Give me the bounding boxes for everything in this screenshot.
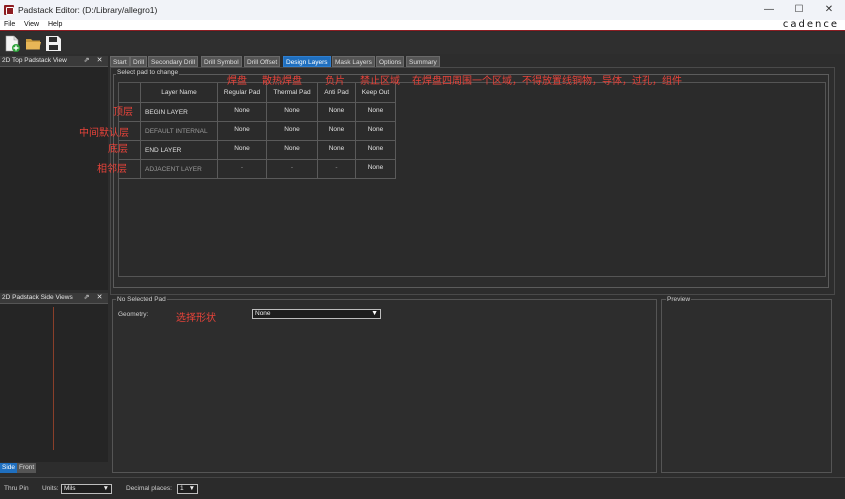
annotation-select-shape: 选择形状 (176, 313, 216, 324)
preview-label: Preview (666, 296, 692, 303)
annotation-internal-layer: 中间默认层 (79, 128, 129, 139)
side-view-canvas[interactable] (0, 304, 108, 462)
regular-pad-cell[interactable]: - (218, 160, 267, 179)
anti-pad-cell[interactable]: None (318, 103, 356, 122)
decimal-places-label: Decimal places: (126, 485, 172, 492)
tab-drill[interactable]: Drill (130, 56, 148, 67)
window-title: Padstack Editor: (D:/Library/allegro1) (18, 5, 158, 15)
drill-line (53, 307, 54, 450)
dropdown-arrow-icon: ▼ (188, 485, 195, 492)
regular-pad-cell[interactable]: None (218, 103, 267, 122)
menu-help[interactable]: Help (48, 21, 62, 28)
menu-bar: File View Help cadence (0, 19, 845, 31)
tab-front[interactable]: Front (17, 463, 37, 473)
float-panel-icon[interactable]: ⇗ (82, 56, 91, 66)
minimize-button[interactable]: — (754, 0, 784, 20)
float-panel-icon[interactable]: ⇗ (82, 293, 91, 303)
decimal-places-value: 1 (180, 485, 184, 492)
annotation-bottom-layer: 底层 (108, 144, 128, 155)
annotation-thermal-pad: 散热焊盘 (262, 76, 302, 87)
tab-drill-symbol[interactable]: Drill Symbol (201, 56, 242, 67)
regular-pad-cell[interactable]: None (218, 141, 267, 160)
grid-corner (119, 83, 141, 103)
dropdown-arrow-icon: ▼ (371, 310, 378, 317)
annotation-top-layer: 顶层 (113, 107, 133, 118)
anti-pad-cell[interactable]: - (318, 160, 356, 179)
close-panel-icon[interactable]: ✕ (95, 293, 104, 303)
tab-secondary-drill[interactable]: Secondary Drill (148, 56, 199, 67)
keep-out-cell[interactable]: None (356, 141, 396, 160)
new-file-icon[interactable] (4, 35, 21, 52)
mode-label: Thru Pin (4, 485, 29, 492)
dropdown-arrow-icon: ▼ (102, 485, 109, 492)
top-view-title: 2D Top Padstack View (2, 57, 67, 64)
tab-summary[interactable]: Summary (406, 56, 440, 67)
geometry-dropdown[interactable]: None ▼ (252, 309, 381, 319)
annotation-anti-pad: 负片 (325, 76, 345, 87)
top-view-header: 2D Top Padstack View ⇗ ✕ (0, 56, 108, 67)
thermal-pad-cell[interactable]: None (267, 141, 318, 160)
preview-panel (661, 299, 832, 473)
layer-name-cell: BEGIN LAYER (141, 103, 218, 122)
layer-name-cell: DEFAULT INTERNAL (141, 122, 218, 141)
tab-design-layers[interactable]: Design Layers (283, 56, 331, 67)
menu-view[interactable]: View (24, 21, 39, 28)
annotation-adjacent-layer: 相邻层 (97, 164, 127, 175)
pad-properties-group (112, 299, 657, 473)
layer-name-cell: ADJACENT LAYER (141, 160, 218, 179)
side-view-title: 2D Padstack Side Views (2, 294, 73, 301)
units-value: Mils (64, 485, 76, 492)
decimal-places-dropdown[interactable]: 1 ▼ (177, 484, 198, 494)
toolbar (0, 32, 845, 54)
thermal-pad-cell[interactable]: None (267, 103, 318, 122)
app-icon (4, 5, 14, 15)
title-bar: Padstack Editor: (D:/Library/allegro1) —… (0, 0, 845, 20)
thermal-pad-cell[interactable]: None (267, 122, 318, 141)
open-folder-icon[interactable] (25, 35, 42, 52)
tab-start[interactable]: Start (110, 56, 130, 67)
regular-pad-cell[interactable]: None (218, 122, 267, 141)
layer-grid: Layer Name Regular Pad Thermal Pad Anti … (118, 82, 826, 277)
annotation-keep-out: 禁止区域 (360, 76, 400, 87)
pad-select-label: Select pad to change (116, 69, 180, 76)
anti-pad-cell[interactable]: None (318, 141, 356, 160)
annotation-regular-pad: 焊盘 (227, 76, 247, 87)
col-layer-name: Layer Name (141, 83, 218, 103)
save-disk-icon[interactable] (45, 35, 62, 52)
keep-out-cell[interactable]: None (356, 122, 396, 141)
annotation-keep-out-description: 在焊盘四周围一个区域，不得放置线铜物，导体，过孔，组件 (412, 76, 682, 87)
anti-pad-cell[interactable]: None (318, 122, 356, 141)
maximize-button[interactable]: ☐ (784, 0, 814, 20)
keep-out-cell[interactable]: None (356, 103, 396, 122)
layer-name-cell: END LAYER (141, 141, 218, 160)
thermal-pad-cell[interactable]: - (267, 160, 318, 179)
tab-side[interactable]: Side (0, 463, 18, 473)
keep-out-cell[interactable]: None (356, 160, 396, 179)
geometry-label: Geometry: (118, 311, 149, 318)
top-view-canvas[interactable] (0, 67, 108, 290)
tab-options[interactable]: Options (376, 56, 405, 67)
geometry-value: None (255, 310, 271, 317)
menu-file[interactable]: File (4, 21, 15, 28)
tab-drill-offset[interactable]: Drill Offset (244, 56, 281, 67)
pad-properties-title: No Selected Pad (116, 296, 167, 303)
close-window-button[interactable]: ✕ (814, 0, 844, 20)
close-panel-icon[interactable]: ✕ (95, 56, 104, 66)
side-view-header: 2D Padstack Side Views ⇗ ✕ (0, 293, 108, 304)
cadence-logo: cadence (782, 19, 839, 30)
units-label: Units: (42, 485, 59, 492)
units-dropdown[interactable]: Mils ▼ (61, 484, 112, 494)
tab-mask-layers[interactable]: Mask Layers (332, 56, 375, 67)
